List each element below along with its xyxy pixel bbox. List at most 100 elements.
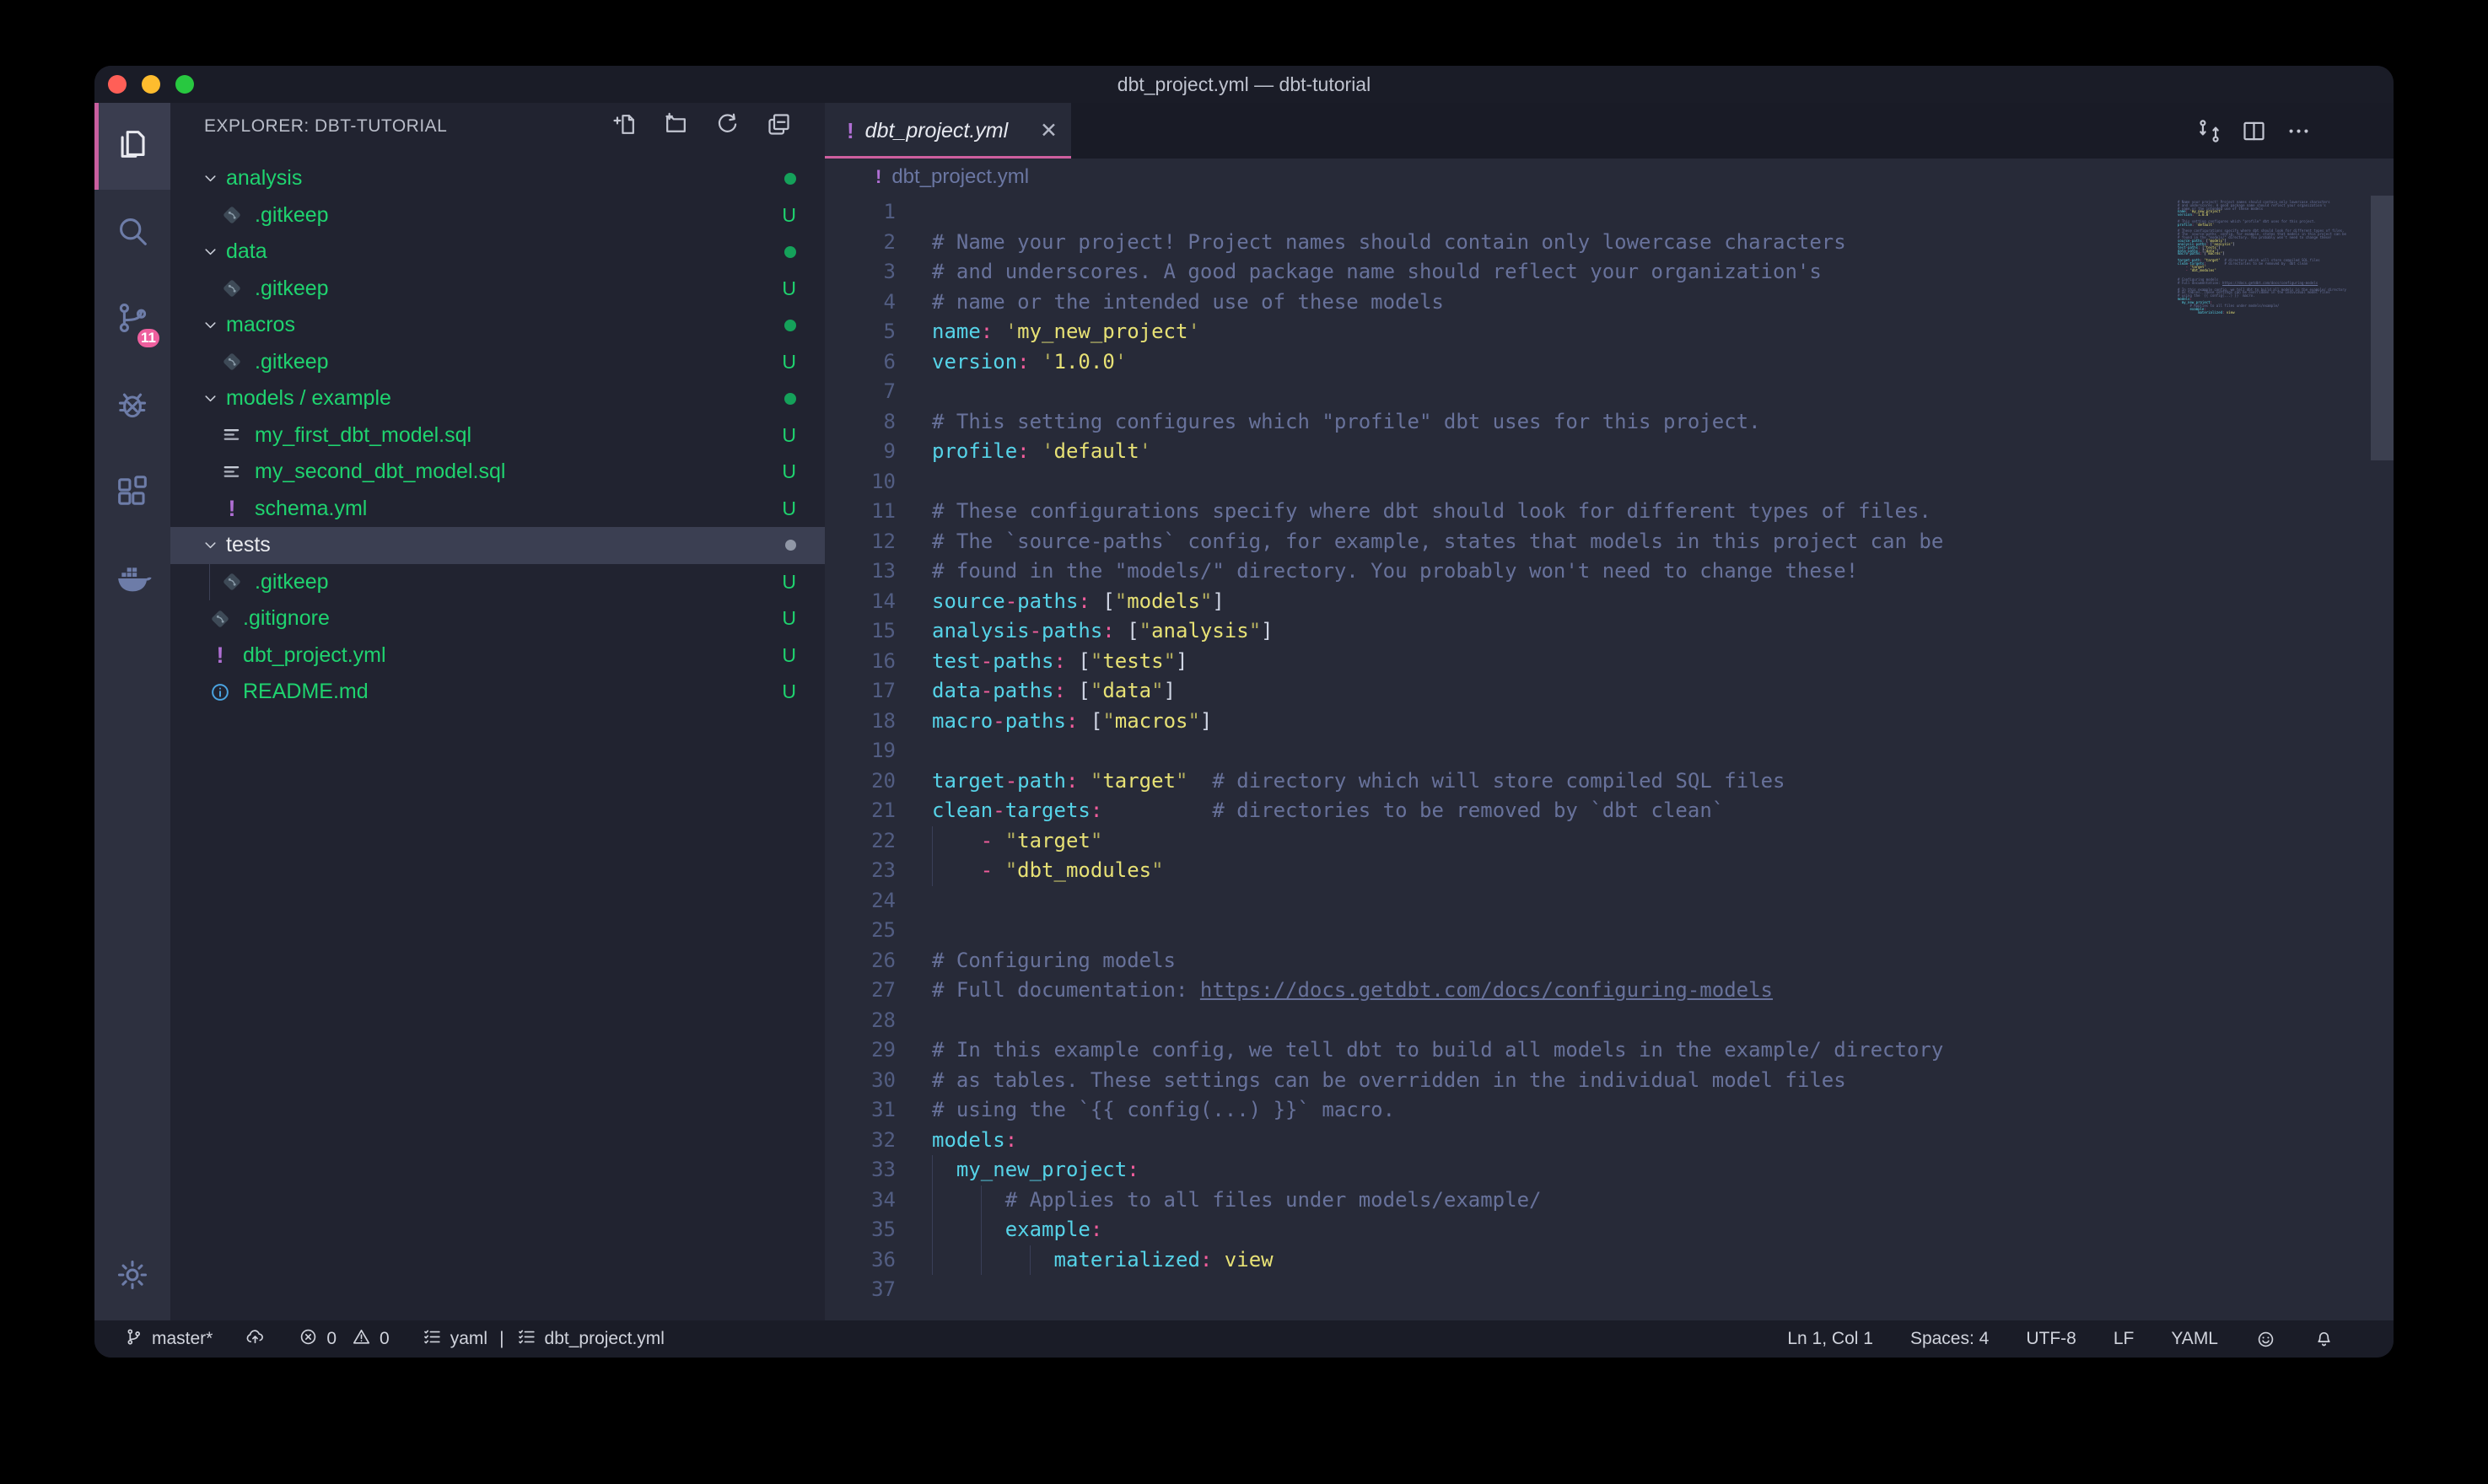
close-tab-icon[interactable]: ✕ <box>1040 118 1058 143</box>
code-line: 22 - "target" <box>825 826 2166 857</box>
tree-item-label: .gitkeep <box>255 277 329 301</box>
code-line: 18macro-paths: ["macros"] <box>825 707 2166 737</box>
yaml-schema-status[interactable]: yaml <box>422 1326 487 1352</box>
split-editor-button[interactable] <box>2240 117 2268 145</box>
breadcrumb[interactable]: ! dbt_project.yml <box>825 159 2394 196</box>
breadcrumb-item[interactable]: dbt_project.yml <box>891 165 1029 189</box>
scm-changes-badge: 11 <box>135 326 162 350</box>
tree-item-my-first-dbt-model.sql[interactable]: my_first_dbt_model.sqlU <box>170 417 825 454</box>
activity-item-search[interactable] <box>94 190 170 277</box>
code-editor[interactable]: 12 # Name your project! Project names sho… <box>825 196 2394 1320</box>
zoom-window-button[interactable] <box>175 75 194 94</box>
code-line: 36 materialized: view <box>825 1245 2166 1276</box>
collapse-all-button[interactable] <box>765 110 793 143</box>
line-number: 19 <box>825 736 896 766</box>
status-bar: master* 0 0 yaml | dbt_project.yml Ln 1,… <box>94 1320 2394 1358</box>
new-folder-button[interactable] <box>662 110 690 143</box>
code-line: 29# In this example config, we tell dbt … <box>825 1035 2166 1066</box>
warning-count: 0 <box>380 1329 390 1349</box>
tree-item-.gitkeep[interactable]: .gitkeepU <box>170 271 825 308</box>
tree-item-.gitkeep[interactable]: .gitkeepU <box>170 197 825 234</box>
tree-item-label: .gitkeep <box>255 350 329 374</box>
git-file-icon <box>219 569 245 594</box>
tree-item-dbt-project.yml[interactable]: !dbt_project.ymlU <box>170 637 825 675</box>
code-area[interactable]: 12# Name your project! Project names sho… <box>825 197 2166 1305</box>
scrollbar-thumb[interactable] <box>2371 196 2394 460</box>
line-number: 5 <box>825 317 896 347</box>
editor-group: ! dbt_project.yml ✕ ! dbt_project.yml 12… <box>825 103 2394 1320</box>
tree-item-macros[interactable]: macros <box>170 307 825 344</box>
cursor-position[interactable]: Ln 1, Col 1 <box>1787 1329 1873 1349</box>
yaml-file-icon: ! <box>207 643 233 668</box>
tree-item-label: analysis <box>226 166 302 191</box>
tab-bar: ! dbt_project.yml ✕ <box>825 103 2394 159</box>
activity-item-debug[interactable] <box>94 363 170 450</box>
new-file-button[interactable] <box>611 110 638 143</box>
feedback-smiley-icon[interactable] <box>2255 1329 2276 1350</box>
tree-item-.gitignore[interactable]: .gitignoreU <box>170 600 825 637</box>
tab-dbt-project-yml[interactable]: ! dbt_project.yml ✕ <box>825 103 1071 159</box>
language-mode[interactable]: YAML <box>2171 1329 2218 1349</box>
encoding-setting[interactable]: UTF-8 <box>2026 1329 2076 1349</box>
new-folder-icon <box>662 110 690 143</box>
tree-item-schema.yml[interactable]: !schema.ymlU <box>170 491 825 528</box>
collapse-all-icon <box>765 110 793 143</box>
debug-icon <box>113 385 152 428</box>
line-number: 15 <box>825 616 896 647</box>
code-line: 17data-paths: ["data"] <box>825 676 2166 707</box>
tree-item-data[interactable]: data <box>170 234 825 271</box>
tree-item-readme.md[interactable]: README.mdU <box>170 674 825 711</box>
tree-item-label: dbt_project.yml <box>243 643 386 668</box>
tree-item-models-example[interactable]: models / example <box>170 380 825 417</box>
code-line: 23 - "dbt_modules" <box>825 856 2166 886</box>
yaml-file-icon: ! <box>219 496 245 521</box>
code-line: 34 # Applies to all files under models/e… <box>825 1186 2166 1216</box>
problems-status[interactable]: 0 0 <box>298 1326 389 1352</box>
refresh-button[interactable] <box>714 110 741 143</box>
close-window-button[interactable] <box>108 75 127 94</box>
line-number: 1 <box>825 197 896 228</box>
line-number: 21 <box>825 796 896 826</box>
sync-button[interactable] <box>245 1326 266 1352</box>
files-icon <box>113 125 152 168</box>
activity-item-extensions[interactable] <box>94 450 170 537</box>
code-line: 10 <box>825 467 2166 497</box>
code-line: 1 <box>825 197 2166 228</box>
untracked-badge: U <box>782 680 825 703</box>
activity-item-settings[interactable] <box>94 1234 170 1320</box>
cloud-upload-icon <box>245 1326 266 1352</box>
line-number: 4 <box>825 288 896 318</box>
code-line: 32models: <box>825 1126 2166 1156</box>
status-separator: | <box>499 1329 504 1349</box>
tree-item-analysis[interactable]: analysis <box>170 160 825 197</box>
line-number: 37 <box>825 1275 896 1305</box>
yaml-file-status[interactable]: dbt_project.yml <box>516 1326 665 1352</box>
line-number: 36 <box>825 1245 896 1276</box>
notifications-bell-icon[interactable] <box>2313 1329 2335 1350</box>
line-number: 12 <box>825 527 896 557</box>
activity-item-source-control[interactable]: 11 <box>94 277 170 363</box>
tree-item-label: models / example <box>226 386 391 411</box>
explorer-actions <box>611 110 793 143</box>
open-changes-button[interactable] <box>2195 117 2223 145</box>
untracked-badge: U <box>782 607 825 630</box>
code-line: 6version: '1.0.0' <box>825 347 2166 378</box>
error-icon <box>298 1326 319 1352</box>
activity-item-docker[interactable] <box>94 537 170 624</box>
minimize-window-button[interactable] <box>142 75 160 94</box>
line-number: 24 <box>825 886 896 917</box>
code-line: 26# Configuring models <box>825 946 2166 976</box>
tree-item-label: my_first_dbt_model.sql <box>255 423 471 448</box>
tree-item-my-second-dbt-model.sql[interactable]: my_second_dbt_model.sqlU <box>170 454 825 491</box>
tree-item-.gitkeep[interactable]: .gitkeepU <box>170 344 825 381</box>
more-actions-button[interactable] <box>2285 117 2313 145</box>
git-file-icon <box>207 606 233 632</box>
indentation-setting[interactable]: Spaces: 4 <box>1910 1329 1989 1349</box>
tree-item-.gitkeep[interactable]: .gitkeepU <box>170 564 825 601</box>
activity-item-explorer[interactable] <box>94 103 170 190</box>
git-branch-status[interactable]: master* <box>123 1326 213 1352</box>
eol-setting[interactable]: LF <box>2114 1329 2135 1349</box>
tree-item-tests[interactable]: tests <box>170 527 825 564</box>
code-line: 16test-paths: ["tests"] <box>825 647 2166 677</box>
minimap[interactable]: # Name your project! Project names shoul… <box>2178 197 2370 317</box>
